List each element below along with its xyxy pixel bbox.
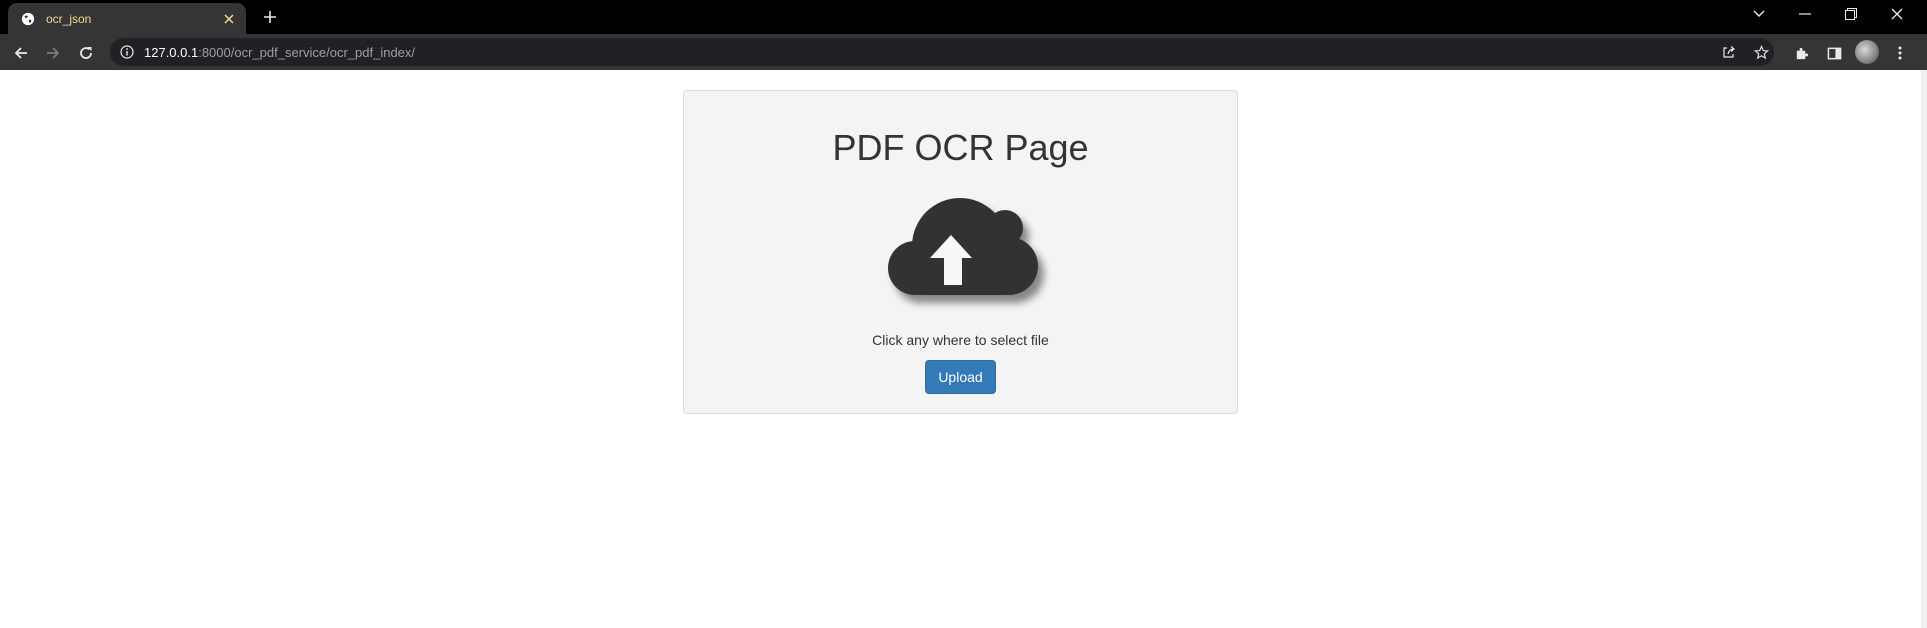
tab-strip: ocr_json xyxy=(0,0,1927,34)
url-path: :8000/ocr_pdf_service/ocr_pdf_index/ xyxy=(198,44,416,60)
cloud-upload-icon[interactable] xyxy=(877,188,1062,313)
more-menu-icon[interactable] xyxy=(1886,39,1914,67)
restore-button[interactable] xyxy=(1828,0,1874,28)
browser-tab[interactable]: ocr_json xyxy=(8,3,246,34)
extensions-puzzle-icon[interactable] xyxy=(1787,39,1815,67)
select-file-hint: Click any where to select file xyxy=(872,332,1049,348)
profile-avatar[interactable] xyxy=(1855,40,1879,64)
globe-icon xyxy=(20,11,36,27)
page-viewport: PDF OCR Page Click any where to select f… xyxy=(0,70,1927,628)
reload-button[interactable] xyxy=(72,39,100,67)
new-tab-button[interactable] xyxy=(258,5,282,29)
upload-button[interactable]: Upload xyxy=(925,360,996,394)
back-button[interactable] xyxy=(7,39,35,67)
browser-toolbar: 127.0.0.1:8000/ocr_pdf_service/ocr_pdf_i… xyxy=(0,34,1927,70)
close-tab-icon[interactable] xyxy=(220,10,238,28)
side-panel-icon[interactable] xyxy=(1820,39,1848,67)
tab-search-icon[interactable] xyxy=(1736,0,1782,28)
tab-title: ocr_json xyxy=(46,11,92,26)
site-info-icon[interactable] xyxy=(118,43,136,61)
upload-dropzone[interactable]: PDF OCR Page Click any where to select f… xyxy=(683,90,1238,414)
minimize-button[interactable] xyxy=(1782,0,1828,28)
bookmark-star-icon[interactable] xyxy=(1752,43,1770,61)
url-text: 127.0.0.1:8000/ocr_pdf_service/ocr_pdf_i… xyxy=(144,45,415,60)
page-scrollbar[interactable] xyxy=(1921,70,1927,628)
url-host: 127.0.0.1 xyxy=(144,44,199,60)
forward-button[interactable] xyxy=(39,39,67,67)
share-icon[interactable] xyxy=(1720,43,1738,61)
close-window-button[interactable] xyxy=(1874,0,1920,28)
page-title: PDF OCR Page xyxy=(832,127,1089,168)
address-bar[interactable]: 127.0.0.1:8000/ocr_pdf_service/ocr_pdf_i… xyxy=(110,38,1774,66)
